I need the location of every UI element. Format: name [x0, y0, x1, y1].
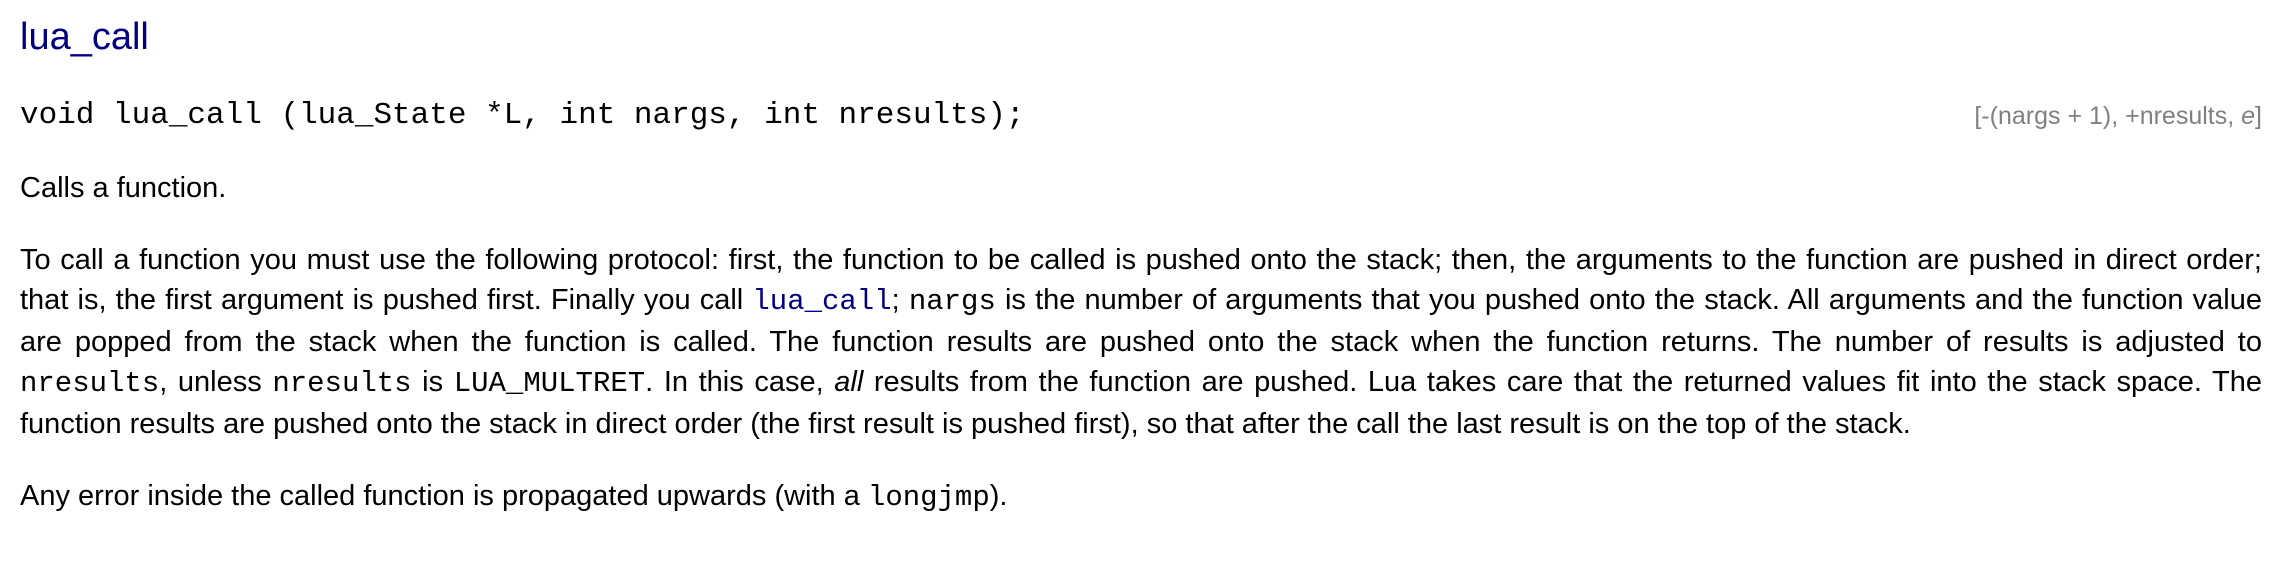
stack-indicator-error-flag: e: [2241, 102, 2256, 130]
function-signature: void lua_call (lua_State *L, int nargs, …: [20, 98, 1025, 133]
function-title: lua_call: [20, 16, 149, 58]
longjmp-code: longjmp: [867, 481, 990, 514]
error-text-2: ).: [989, 480, 1008, 512]
protocol-text-5: is: [411, 366, 454, 398]
nresults-code-2: nresults: [272, 367, 412, 400]
stack-indicator-suffix: ]: [2255, 102, 2262, 130]
error-paragraph: Any error inside the called function is …: [20, 476, 2262, 518]
nargs-code: nargs: [908, 285, 996, 318]
all-emphasis: all: [834, 366, 864, 398]
lua-multret-code: LUA_MULTRET: [453, 367, 646, 400]
lua-call-link[interactable]: lua_call: [752, 284, 892, 318]
protocol-text-4: , unless: [159, 366, 273, 398]
error-text-1: Any error inside the called function is …: [20, 480, 868, 512]
stack-indicator: [-(nargs + 1), +nresults, e]: [1974, 96, 2262, 136]
signature-row: void lua_call (lua_State *L, int nargs, …: [20, 96, 2262, 136]
nresults-code: nresults: [20, 367, 160, 400]
lua-call-code: lua_call: [752, 285, 892, 318]
protocol-paragraph: To call a function you must use the foll…: [20, 240, 2262, 444]
protocol-text-2: ;: [891, 284, 909, 316]
protocol-text-6: . In this case,: [645, 366, 835, 398]
stack-indicator-prefix: [-(nargs + 1), +nresults,: [1974, 102, 2242, 130]
manual-page: lua_call void lua_call (lua_State *L, in…: [0, 0, 2282, 564]
summary-paragraph: Calls a function.: [20, 172, 227, 204]
